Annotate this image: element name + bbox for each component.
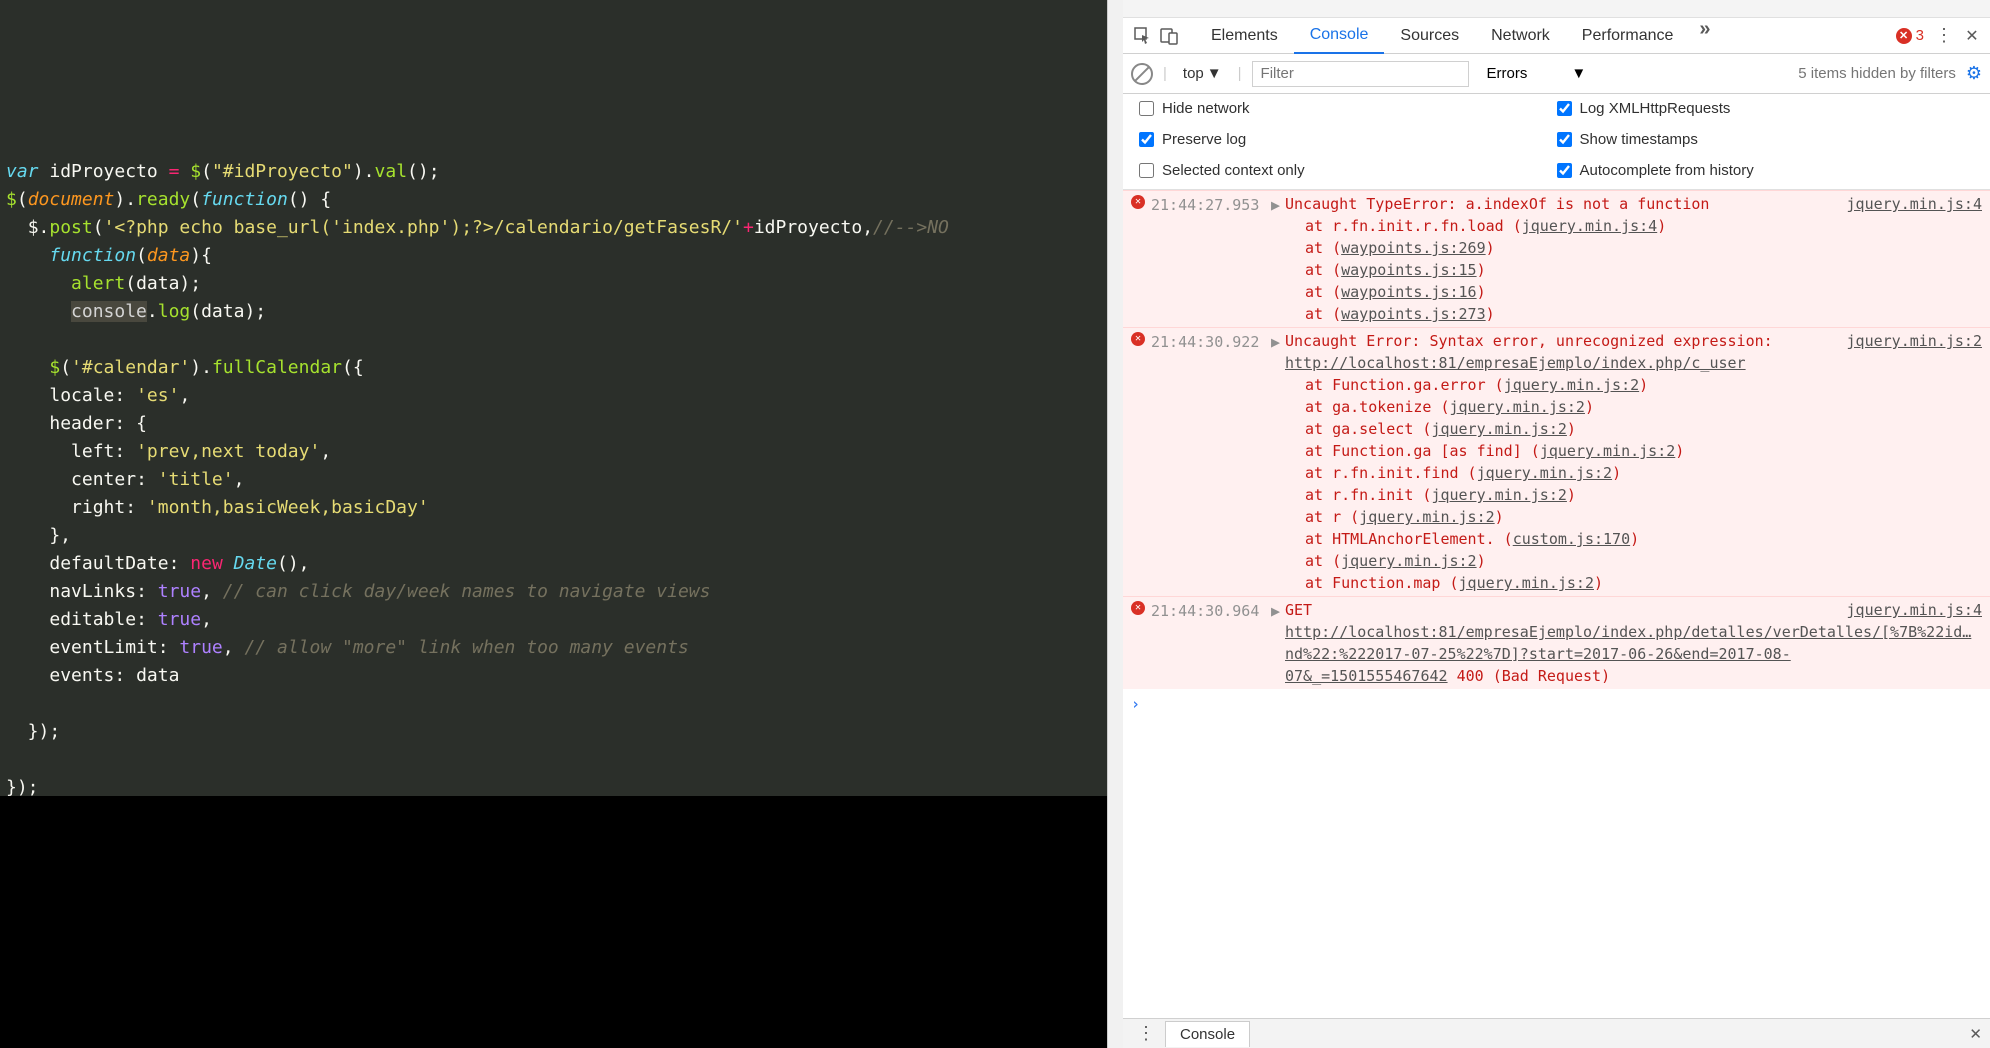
stack-location-link[interactable]: jquery.min.js:2 [1431, 486, 1566, 504]
gear-icon[interactable]: ⚙ [1966, 63, 1982, 84]
log-timestamp: 21:44:30.964 [1151, 599, 1271, 687]
chevron-down-icon: ▼ [1571, 65, 1586, 82]
stack-location-link[interactable]: waypoints.js:269 [1341, 239, 1486, 257]
prompt-caret-icon: › [1131, 693, 1140, 715]
chevron-down-icon: ▼ [1207, 65, 1222, 82]
stack-location-link[interactable]: jquery.min.js:2 [1359, 508, 1494, 526]
filter-input[interactable] [1252, 61, 1469, 87]
stack-location-link[interactable]: jquery.min.js:2 [1341, 552, 1476, 570]
opt-preserve-log[interactable]: Preserve log [1139, 131, 1557, 148]
stack-location-link[interactable]: jquery.min.js:2 [1504, 376, 1639, 394]
stack-location-link[interactable]: custom.js:170 [1513, 530, 1630, 548]
device-toggle-icon[interactable] [1157, 24, 1181, 48]
tabs-overflow-button[interactable]: » [1689, 18, 1720, 54]
log-timestamp: 21:44:30.922 [1151, 330, 1271, 594]
error-icon: ✕ [1896, 28, 1912, 44]
tab-elements[interactable]: Elements [1195, 18, 1294, 54]
log-message: Uncaught Error: Syntax error, unrecogniz… [1285, 330, 1835, 374]
stack-location-link[interactable]: jquery.min.js:2 [1450, 398, 1585, 416]
stack-location-link[interactable]: waypoints.js:273 [1341, 305, 1486, 323]
context-label: top [1183, 65, 1204, 82]
inspect-icon[interactable] [1131, 24, 1155, 48]
editor-bottom-strip [0, 796, 1107, 1048]
tab-network[interactable]: Network [1475, 18, 1566, 54]
devtools-close-button[interactable]: ✕ [1962, 26, 1982, 46]
devtools-drawer-footer: ⋮ Console ✕ [1123, 1018, 1990, 1048]
code-editor-pane: var idProyecto = $("#idProyecto").val();… [0, 0, 1107, 1048]
devtools-menu-button[interactable]: ⋮ [1934, 25, 1954, 46]
tab-performance[interactable]: Performance [1566, 18, 1690, 54]
expand-icon[interactable]: ▶ [1271, 330, 1285, 594]
expand-icon[interactable]: ▶ [1271, 599, 1285, 687]
log-source-link[interactable]: jquery.min.js:2 [1835, 330, 1982, 374]
log-source-link[interactable]: jquery.min.js:4 [1835, 599, 1982, 687]
tab-sources[interactable]: Sources [1384, 18, 1475, 54]
devtools-addressbar-strip [1123, 0, 1990, 18]
opt-selected-context[interactable]: Selected context only [1139, 162, 1557, 179]
log-entry[interactable]: ✕21:44:30.922▶Uncaught Error: Syntax err… [1123, 327, 1990, 596]
context-selector[interactable]: top ▼ [1177, 62, 1228, 85]
console-filterbar: | top ▼ | Errors ▼ 5 items hidden by fil… [1123, 54, 1990, 94]
log-entry[interactable]: ✕21:44:30.964▶GET http://localhost:81/em… [1123, 596, 1990, 689]
log-source-link[interactable]: jquery.min.js:4 [1835, 193, 1982, 215]
error-count-badge[interactable]: ✕ 3 [1896, 27, 1924, 44]
stack-location-link[interactable]: jquery.min.js:2 [1459, 574, 1594, 592]
error-icon: ✕ [1131, 193, 1151, 325]
opt-show-timestamps[interactable]: Show timestamps [1557, 131, 1975, 148]
log-url[interactable]: http://localhost:81/empresaEjemplo/index… [1285, 354, 1746, 372]
stack-location-link[interactable]: jquery.min.js:2 [1477, 464, 1612, 482]
log-entry[interactable]: ✕21:44:27.953▶Uncaught TypeError: a.inde… [1123, 190, 1990, 327]
devtools-tabs: Elements Console Sources Network Perform… [1195, 18, 1894, 54]
console-prompt[interactable]: › [1123, 689, 1990, 719]
stack-location-link[interactable]: jquery.min.js:2 [1431, 420, 1566, 438]
expand-icon[interactable]: ▶ [1271, 193, 1285, 325]
drawer-close-button[interactable]: ✕ [1969, 1025, 1982, 1043]
tab-console[interactable]: Console [1294, 18, 1385, 54]
drawer-tab-console[interactable]: Console [1165, 1021, 1250, 1047]
console-log-area[interactable]: ✕21:44:27.953▶Uncaught TypeError: a.inde… [1123, 190, 1990, 1018]
console-input[interactable] [1148, 695, 1982, 713]
stack-location-link[interactable]: waypoints.js:15 [1341, 261, 1476, 279]
error-icon: ✕ [1131, 330, 1151, 594]
stack-location-link[interactable]: waypoints.js:16 [1341, 283, 1476, 301]
console-options: Hide network Log XMLHttpRequests Preserv… [1123, 94, 1990, 190]
vertical-splitter[interactable] [1107, 0, 1123, 1048]
hidden-items-msg: 5 items hidden by filters [1798, 65, 1956, 82]
opt-log-xhr[interactable]: Log XMLHttpRequests [1557, 100, 1975, 117]
opt-autocomplete[interactable]: Autocomplete from history [1557, 162, 1975, 179]
log-timestamp: 21:44:27.953 [1151, 193, 1271, 325]
drawer-menu-button[interactable]: ⋮ [1131, 1023, 1161, 1044]
code-area[interactable]: var idProyecto = $("#idProyecto").val();… [0, 0, 1107, 796]
level-label: Errors [1487, 65, 1528, 82]
devtools-pane: Elements Console Sources Network Perform… [1123, 0, 1990, 1048]
stack-location-link[interactable]: jquery.min.js:2 [1540, 442, 1675, 460]
devtools-toolbar: Elements Console Sources Network Perform… [1123, 18, 1990, 54]
log-message: Uncaught TypeError: a.indexOf is not a f… [1285, 193, 1835, 215]
error-icon: ✕ [1131, 599, 1151, 687]
stack-location-link[interactable]: jquery.min.js:4 [1522, 217, 1657, 235]
level-selector[interactable]: Errors ▼ [1479, 62, 1595, 85]
error-count: 3 [1916, 27, 1924, 44]
opt-hide-network[interactable]: Hide network [1139, 100, 1557, 117]
log-message: GET http://localhost:81/empresaEjemplo/i… [1285, 599, 1835, 687]
clear-console-button[interactable] [1131, 63, 1153, 85]
